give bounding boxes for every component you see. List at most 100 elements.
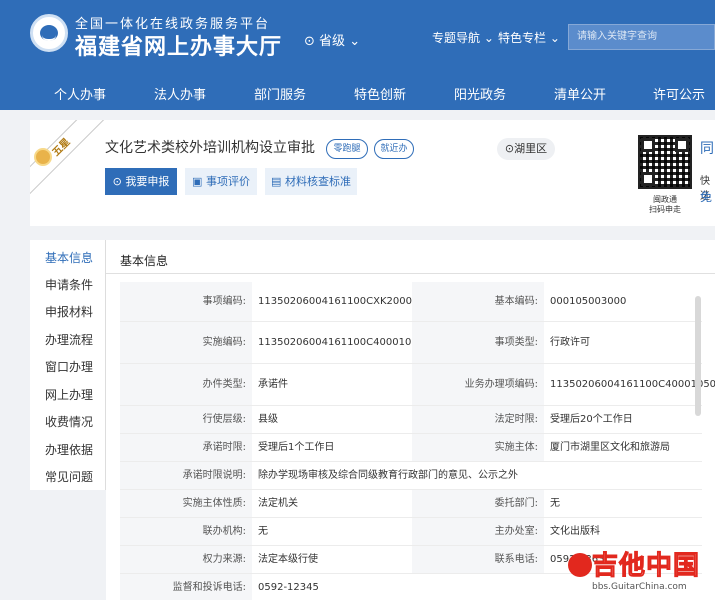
five-star-badge: 五星 [30,120,110,200]
field-value: 除办学现场审核及综合同级教育行政部门的意见、公示之外 [252,462,702,489]
side-menu-item-window[interactable]: 窗口办理 [45,358,93,375]
side-menu-item-online[interactable]: 网上办理 [45,386,93,403]
field-label: 委托部门: [412,490,544,517]
field-value: 行政许可 [544,322,702,363]
field-value: 000105003000 [544,282,702,321]
field-label: 事项编码: [120,282,252,321]
main-nav: 个人办事 法人办事 部门服务 特色创新 阳光政务 清单公开 许可公示 [0,76,715,110]
field-label: 实施编码: [120,322,252,363]
apply-button[interactable]: ⊙ 我要申报 [105,168,177,195]
field-value: 县级 [252,406,412,433]
material-button-label: 材料核查标准 [284,175,351,188]
field-label: 业务办理项编码: [412,364,544,405]
evaluate-button[interactable]: ▣ 事项评价 [185,168,257,195]
watermark: 吉他中国 bbs.GuitarChina.com [568,545,715,600]
side-menu-item-basic-info[interactable]: 基本信息 [45,249,93,266]
table-row: 联办机构: 无主办处室: 文化出版科 [120,518,702,546]
feature-nav-label: 特色专栏 [498,31,547,45]
side-menu-item-materials[interactable]: 申报材料 [45,303,93,320]
field-label: 权力来源: [120,546,252,573]
field-label: 联系电话: [412,546,544,573]
field-label: 承诺时限: [120,434,252,461]
table-row: 事项编码: 11350206004161100CXK200074 基本编码: 0001… [120,282,702,322]
field-label: 承诺时限说明: [120,462,252,489]
evaluate-button-label: 事项评价 [205,175,250,188]
side-fragment-top: 同 [700,141,714,157]
side-menu-item-basis[interactable]: 办理依据 [45,441,93,458]
tag-zero-trip: 零跑腿 [326,139,368,159]
field-value: 受理后20个工作日 [544,406,702,433]
page-root: 全国一体化在线政务服务平台 福建省网上办事大厅 ⊙ 省级 ⌄ 专题导航 ⌄ 特色… [0,0,715,600]
field-value: 无 [544,490,702,517]
field-value: 法定机关 [252,490,412,517]
search-input[interactable]: 请输入关键字查询 [568,24,715,50]
site-logo-icon[interactable] [30,14,68,52]
form-icon: ▣ [192,175,203,188]
side-menu-item-process[interactable]: 办理流程 [45,331,93,348]
feature-nav-menu[interactable]: 特色专栏 ⌄ [498,29,560,46]
apply-button-label: 我要申报 [125,175,170,188]
table-row: 实施编码: 11350206004161100C4000105003000 事项类型… [120,322,702,364]
nav-item-personal[interactable]: 个人办事 [54,84,106,103]
site-header: 全国一体化在线政务服务平台 福建省网上办事大厅 ⊙ 省级 ⌄ 专题导航 ⌄ 特色… [0,0,715,110]
field-value: 11350206004161100C400010500300002 [544,364,715,405]
nav-item-list-disclosure[interactable]: 清单公开 [554,84,606,103]
table-row: 办件类型: 承诺件 业务办理项编码: 11350206004161100C400010… [120,364,715,406]
medal-icon [34,148,52,166]
topic-nav-menu[interactable]: 专题导航 ⌄ [432,29,494,46]
province-selector[interactable]: ⊙ 省级 ⌄ [304,30,360,49]
table-row: 实施主体性质: 法定机关 委托部门: 无 [120,490,702,518]
watermark-text: 吉他中国 [591,551,701,582]
field-label: 实施主体性质: [120,490,252,517]
table-row: 行使层级: 县级 法定时限: 受理后20个工作日 [120,406,702,434]
field-value: 文化出版科 [544,518,702,545]
side-menu-item-faq[interactable]: 常见问题 [45,468,93,485]
field-label: 监督和投诉电话: [120,574,252,600]
section-divider [106,273,715,274]
side-menu: 基本信息 申请条件 申报材料 办理流程 窗口办理 网上办理 收费情况 办理依据 … [30,240,106,490]
nav-item-innovation[interactable]: 特色创新 [354,84,406,103]
field-value: 11350206004161100CXK200074 [252,282,425,321]
field-value: 无 [252,518,412,545]
nav-item-license-notice[interactable]: 许可公示 [653,84,705,103]
material-standard-button[interactable]: ▤ 材料核查标准 [265,168,357,195]
location-pin-icon: ⊙ [504,142,515,155]
field-value: 厦门市湖里区文化和旅游局 [544,434,702,461]
tag-nearby: 就近办 [374,139,414,159]
nav-item-department[interactable]: 部门服务 [254,84,306,103]
table-row: 承诺时限说明: 除办学现场审核及综合同级教育行政部门的意见、公示之外 [120,462,702,490]
table-row: 承诺时限: 受理后1个工作日 实施主体: 厦门市湖里区文化和旅游局 [120,434,702,462]
field-label: 行使层级: [120,406,252,433]
document-icon: ▤ [271,175,282,188]
field-label: 基本编码: [412,282,544,321]
nav-item-legal-person[interactable]: 法人办事 [154,84,206,103]
province-label: 省级 [319,34,346,49]
field-value: 受理后1个工作日 [252,434,412,461]
service-title: 文化艺术类校外培训机构设立审批 [105,140,315,156]
side-menu-item-fees[interactable]: 收费情况 [45,413,93,430]
location-pin-icon: ⊙ [304,34,315,49]
field-label: 联办机构: [120,518,252,545]
nav-item-open-government[interactable]: 阳光政务 [454,84,506,103]
field-value: 承诺件 [252,364,412,405]
site-title[interactable]: 福建省网上办事大厅 [75,29,282,61]
field-label: 主办处室: [412,518,544,545]
side-fragment-bottom: 免 [700,190,713,204]
side-menu-item-conditions[interactable]: 申请条件 [45,276,93,293]
chevron-down-icon: ⌄ [483,31,494,45]
qr-caption-scan: 扫码申走 [649,205,681,214]
field-label: 实施主体: [412,434,544,461]
topic-nav-label: 专题导航 [432,31,481,45]
field-label: 法定时限: [412,406,544,433]
qr-code-icon [638,135,692,189]
circle-arrow-icon: ⊙ [112,175,122,188]
chevron-down-icon: ⌄ [549,31,560,45]
chevron-down-icon: ⌄ [349,34,361,49]
field-label: 事项类型: [412,322,544,363]
field-label: 办件类型: [120,364,252,405]
field-value: 法定本级行使 [252,546,412,573]
guitar-logo-icon [568,553,592,577]
section-title: 基本信息 [120,254,169,268]
watermark-url: bbs.GuitarChina.com [592,582,687,592]
scrollbar[interactable] [695,296,701,416]
